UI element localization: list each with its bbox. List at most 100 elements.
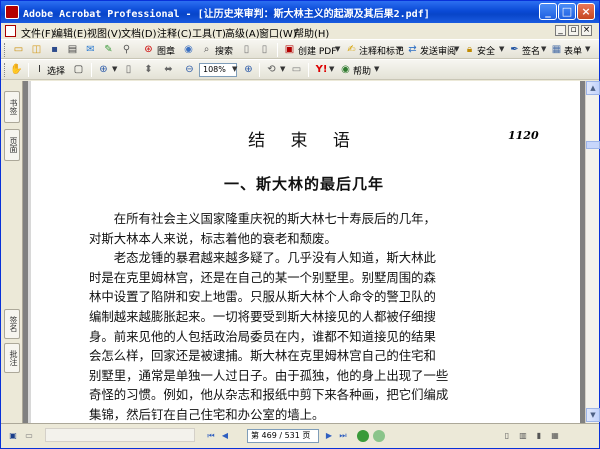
hand-tool-icon[interactable]: ✋ — [9, 63, 24, 77]
select-text-icon[interactable]: Ⅰ — [32, 63, 47, 77]
stamp-icon[interactable]: ⊛ — [141, 43, 156, 57]
status-bar: ▣ ▭ ⏮ ◀ 第 469 / 531 页 ▶ ⏭ ▯ ▥ ▮ ▦ — [1, 423, 599, 448]
next-view-icon[interactable] — [373, 430, 385, 442]
save-icon[interactable]: ▪ — [47, 43, 62, 57]
next-page-icon[interactable]: ▶ — [323, 430, 335, 442]
forms-dropdown-icon[interactable]: ▼ — [585, 45, 590, 53]
open-folder-icon[interactable]: ▭ — [11, 43, 26, 57]
create-pdf-dropdown-icon[interactable]: ▼ — [335, 45, 340, 53]
continuous-icon[interactable]: ▥ — [517, 430, 529, 442]
organize-icon[interactable]: ✎ — [101, 43, 116, 57]
toolbar-separator — [277, 43, 278, 57]
vertical-scrollbar[interactable]: ▲ ▼ — [585, 81, 600, 423]
previous-view-icon[interactable] — [357, 430, 369, 442]
help-icon[interactable]: ◉ — [338, 63, 353, 77]
menu-window[interactable]: 窗口(W) — [259, 25, 297, 40]
page-size-icon[interactable]: ▭ — [23, 430, 35, 442]
menu-document[interactable]: 文档(D) — [121, 25, 157, 40]
send-review-label[interactable]: 发送审阅 — [420, 44, 456, 57]
pdf-page[interactable]: 1120 结 束 语 一、斯大林的最后几年 在所有社会主义国家隆重庆祝的斯大林七… — [28, 81, 580, 423]
doc-restore-button[interactable]: ▫ — [568, 25, 579, 36]
menu-file[interactable]: 文件(F) — [21, 25, 55, 40]
yahoo-icon[interactable]: Y! — [314, 63, 329, 77]
create-pdf-icon[interactable]: ▣ — [282, 43, 297, 57]
document-icon[interactable] — [5, 25, 16, 37]
search-label[interactable]: 搜索 — [215, 44, 233, 57]
document-viewport[interactable]: 1120 结 束 语 一、斯大林的最后几年 在所有社会主义国家隆重庆祝的斯大林七… — [23, 81, 585, 423]
toolbar-grip[interactable] — [4, 63, 7, 77]
nav-tab-bookmarks[interactable]: 书签 — [4, 91, 20, 123]
first-page-icon[interactable]: ⏮ — [205, 430, 217, 442]
continuous-facing-icon[interactable]: ▦ — [549, 430, 561, 442]
doc-minimize-button[interactable]: _ — [555, 25, 566, 36]
help-label[interactable]: 帮助 — [353, 64, 371, 77]
forms-icon[interactable]: ▦ — [549, 43, 564, 57]
toolbar-separator — [259, 63, 260, 77]
toolbar-grip[interactable] — [4, 43, 7, 57]
email-icon[interactable]: ✉ — [83, 43, 98, 57]
zoom-out-icon[interactable]: ⊖ — [182, 63, 197, 77]
title-bar[interactable]: Adobe Acrobat Professional - [让历史来审判：斯大林… — [1, 1, 599, 23]
sign-dropdown-icon[interactable]: ▼ — [541, 45, 546, 53]
security-dropdown-icon[interactable]: ▼ — [499, 45, 504, 53]
page-number-input[interactable]: 第 469 / 531 页 — [247, 429, 319, 443]
zoom-tool-dropdown-icon[interactable]: ▼ — [112, 65, 117, 73]
comment-dropdown-icon[interactable]: ▼ — [397, 45, 402, 53]
help-dropdown-icon[interactable]: ▼ — [374, 65, 379, 73]
nav-tab-signatures[interactable]: 签名 — [4, 309, 20, 339]
menu-view[interactable]: 视图(V) — [87, 25, 122, 40]
page-layout-icon[interactable]: ▭ — [289, 63, 304, 77]
fit-page-icon[interactable]: ⬍ — [141, 63, 156, 77]
folder-icon[interactable]: ◫ — [29, 43, 44, 57]
rotate-view-icon[interactable]: ⟲ — [264, 63, 279, 77]
attach-icon[interactable]: ⚲ — [119, 43, 134, 57]
pages-icon[interactable]: ▯ — [257, 43, 272, 57]
page-icon[interactable]: ▯ — [239, 43, 254, 57]
scroll-up-icon[interactable]: ▲ — [586, 81, 600, 95]
page-options-icon[interactable]: ▣ — [7, 430, 19, 442]
last-page-icon[interactable]: ⏭ — [337, 430, 349, 442]
rotate-dropdown-icon[interactable]: ▼ — [280, 65, 285, 73]
pen-icon[interactable]: ✒ — [507, 43, 522, 57]
lock-icon[interactable]: 🔒︎ — [462, 43, 477, 57]
security-label[interactable]: 安全 — [477, 44, 495, 57]
zoom-in-icon[interactable]: ⊕ — [241, 63, 256, 77]
horizontal-scrollbar[interactable] — [45, 428, 195, 442]
stamp-label[interactable]: 图章 — [157, 44, 175, 57]
doc-close-button[interactable]: × — [581, 25, 592, 36]
select-label[interactable]: 选择 — [47, 64, 65, 77]
send-review-dropdown-icon[interactable]: ▼ — [454, 45, 459, 53]
camera-icon[interactable]: ◉ — [181, 43, 196, 57]
scroll-thumb[interactable] — [586, 141, 600, 149]
scroll-down-icon[interactable]: ▼ — [586, 408, 600, 422]
fit-width-icon[interactable]: ⬌ — [161, 63, 176, 77]
menu-advanced[interactable]: 高级(A) — [225, 25, 260, 40]
minimize-button[interactable]: _ — [539, 3, 557, 20]
body-text: 在所有社会主义国家隆重庆祝的斯大林七十寿辰后的几年， 对斯大林本人来说，标志着他… — [89, 209, 519, 423]
nav-tab-comments[interactable]: 批注 — [4, 343, 20, 373]
print-icon[interactable]: ▤ — [65, 43, 80, 57]
acrobat-app-icon[interactable] — [5, 5, 19, 19]
previous-page-icon[interactable]: ◀ — [219, 430, 231, 442]
zoom-tool-icon[interactable]: ⊕ — [96, 63, 111, 77]
close-button[interactable]: × — [577, 3, 595, 20]
menu-edit[interactable]: 编辑(E) — [53, 25, 87, 40]
menu-help[interactable]: 帮助(H) — [294, 25, 329, 40]
menu-comments[interactable]: 注释(C) — [157, 25, 192, 40]
facing-icon[interactable]: ▮ — [533, 430, 545, 442]
send-review-icon[interactable]: ⇄ — [405, 43, 420, 57]
nav-tab-pages[interactable]: 页面 — [4, 129, 20, 161]
comment-icon[interactable]: ✍ — [344, 43, 359, 57]
zoom-dropdown-icon[interactable]: ▼ — [232, 65, 237, 73]
create-pdf-label[interactable]: 创建 PDF — [298, 44, 336, 57]
sign-label[interactable]: 签名 — [522, 44, 540, 57]
menu-tools[interactable]: 工具(T) — [192, 25, 226, 40]
snapshot-icon[interactable]: ▢ — [71, 63, 86, 77]
text-line: 在所有社会主义国家隆重庆祝的斯大林七十寿辰后的几年， — [89, 211, 436, 226]
binoculars-icon[interactable]: ⌕ — [199, 43, 214, 57]
maximize-button[interactable]: □ — [558, 3, 576, 20]
yahoo-dropdown-icon[interactable]: ▼ — [329, 65, 334, 73]
actual-size-icon[interactable]: ▯ — [121, 63, 136, 77]
forms-label[interactable]: 表单 — [564, 44, 582, 57]
single-page-icon[interactable]: ▯ — [501, 430, 513, 442]
